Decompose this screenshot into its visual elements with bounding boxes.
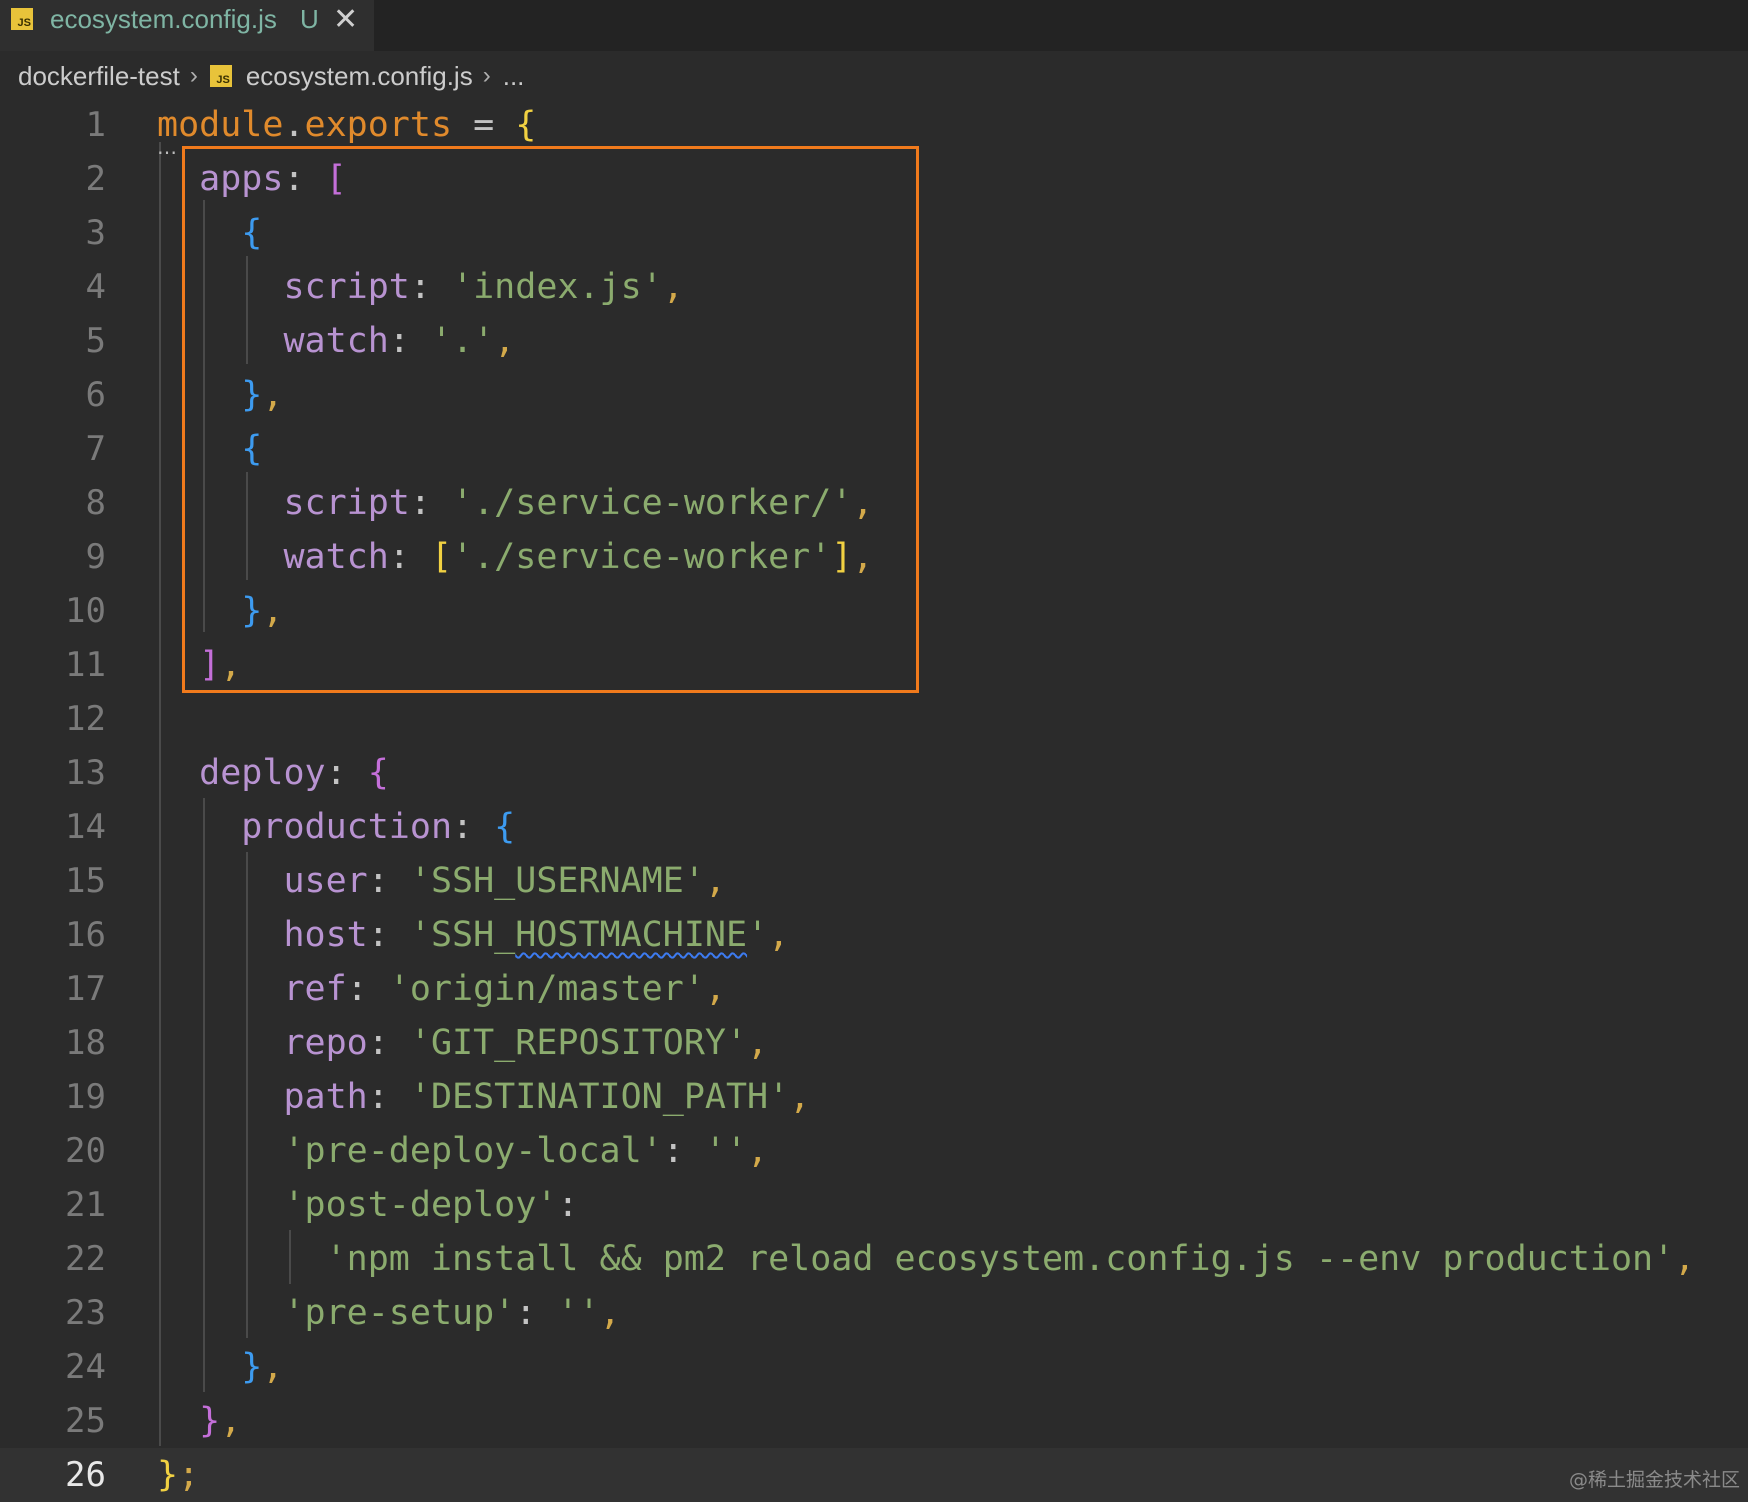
- code-text[interactable]: ref: 'origin/master',: [157, 962, 726, 1016]
- code-line: 23 'pre-setup': '',: [0, 1286, 1748, 1340]
- code-text[interactable]: repo: 'GIT_REPOSITORY',: [157, 1016, 768, 1070]
- indent-guide: [159, 142, 161, 1446]
- code-line: 14 production: {: [0, 800, 1748, 854]
- code-line: 19 path: 'DESTINATION_PATH',: [0, 1070, 1748, 1124]
- line-number: 10: [65, 591, 106, 631]
- tab-bar: JS ecosystem.config.js U ✕: [0, 0, 1748, 51]
- indent-guide: [246, 852, 248, 1338]
- code-text[interactable]: host: 'SSH_HOSTMACHINE',: [157, 908, 789, 962]
- line-number: 25: [65, 1401, 106, 1441]
- code-line: 13 deploy: {: [0, 746, 1748, 800]
- code-line: 12: [0, 692, 1748, 746]
- code-line: 25 },: [0, 1394, 1748, 1448]
- line-number: 4: [85, 267, 106, 307]
- breadcrumb: dockerfile-test › JS ecosystem.config.js…: [18, 56, 524, 96]
- line-number: 8: [85, 483, 106, 523]
- code-text[interactable]: 'pre-setup': '',: [157, 1286, 620, 1340]
- code-line: 22 'npm install && pm2 reload ecosystem.…: [0, 1232, 1748, 1286]
- code-line: 17 ref: 'origin/master',: [0, 962, 1748, 1016]
- line-number: 22: [65, 1239, 106, 1279]
- code-text[interactable]: 'npm install && pm2 reload ecosystem.con…: [157, 1232, 1696, 1286]
- indent-guide: [203, 798, 205, 1392]
- chevron-right-icon: ›: [482, 62, 491, 89]
- chevron-right-icon: ›: [189, 62, 198, 89]
- code-line: 15 user: 'SSH_USERNAME',: [0, 854, 1748, 908]
- line-number: 7: [85, 429, 106, 469]
- line-number: 20: [65, 1131, 106, 1171]
- fold-indicator[interactable]: ⋯: [157, 140, 178, 165]
- line-number: 15: [65, 861, 106, 901]
- line-number: 1: [85, 105, 106, 145]
- code-line: 24 },: [0, 1340, 1748, 1394]
- indent-guide: [289, 1230, 291, 1284]
- line-number: 3: [85, 213, 106, 253]
- code-text[interactable]: production: {: [157, 800, 515, 854]
- line-number: 14: [65, 807, 106, 847]
- code-line: 1 module.exports = {: [0, 98, 1748, 152]
- watermark: @稀土掘金技术社区: [1568, 1469, 1740, 1491]
- line-number: 11: [65, 645, 106, 685]
- line-number: 6: [85, 375, 106, 415]
- line-number: 19: [65, 1077, 106, 1117]
- code-line: 18 repo: 'GIT_REPOSITORY',: [0, 1016, 1748, 1070]
- line-number: 17: [65, 969, 106, 1009]
- line-number: 2: [85, 159, 106, 199]
- line-number: 12: [65, 699, 106, 739]
- code-text[interactable]: 'post-deploy':: [157, 1178, 578, 1232]
- javascript-file-icon: JS: [11, 8, 33, 30]
- breadcrumb-file[interactable]: ecosystem.config.js: [246, 61, 473, 92]
- code-text[interactable]: },: [157, 1340, 283, 1394]
- breadcrumb-more[interactable]: ...: [503, 61, 525, 92]
- code-text[interactable]: module.exports = {: [157, 98, 536, 152]
- breadcrumb-folder[interactable]: dockerfile-test: [18, 61, 180, 92]
- line-number: 16: [65, 915, 106, 955]
- highlight-annotation-box: [182, 146, 919, 693]
- code-text[interactable]: 'pre-deploy-local': '',: [157, 1124, 768, 1178]
- untracked-badge: U: [300, 4, 319, 34]
- line-number: 5: [85, 321, 106, 361]
- line-number: 18: [65, 1023, 106, 1063]
- code-line-current: 26};: [0, 1448, 1748, 1502]
- line-number: 24: [65, 1347, 106, 1387]
- code-text[interactable]: },: [157, 1394, 241, 1448]
- code-line: 16 host: 'SSH_HOSTMACHINE',: [0, 908, 1748, 962]
- tab-ecosystem-config[interactable]: JS ecosystem.config.js U ✕: [0, 0, 374, 51]
- tab-title: ecosystem.config.js: [50, 4, 277, 34]
- code-text[interactable]: deploy: {: [157, 746, 389, 800]
- code-text[interactable]: user: 'SSH_USERNAME',: [157, 854, 726, 908]
- line-number: 9: [85, 537, 106, 577]
- line-number: 26: [65, 1455, 106, 1495]
- code-line: 20 'pre-deploy-local': '',: [0, 1124, 1748, 1178]
- line-number: 21: [65, 1185, 106, 1225]
- close-icon[interactable]: ✕: [333, 2, 358, 37]
- code-text[interactable]: path: 'DESTINATION_PATH',: [157, 1070, 810, 1124]
- code-text[interactable]: };: [157, 1448, 199, 1502]
- code-line: 21 'post-deploy':: [0, 1178, 1748, 1232]
- line-number: 23: [65, 1293, 106, 1333]
- line-number: 13: [65, 753, 106, 793]
- javascript-file-icon: JS: [209, 65, 232, 87]
